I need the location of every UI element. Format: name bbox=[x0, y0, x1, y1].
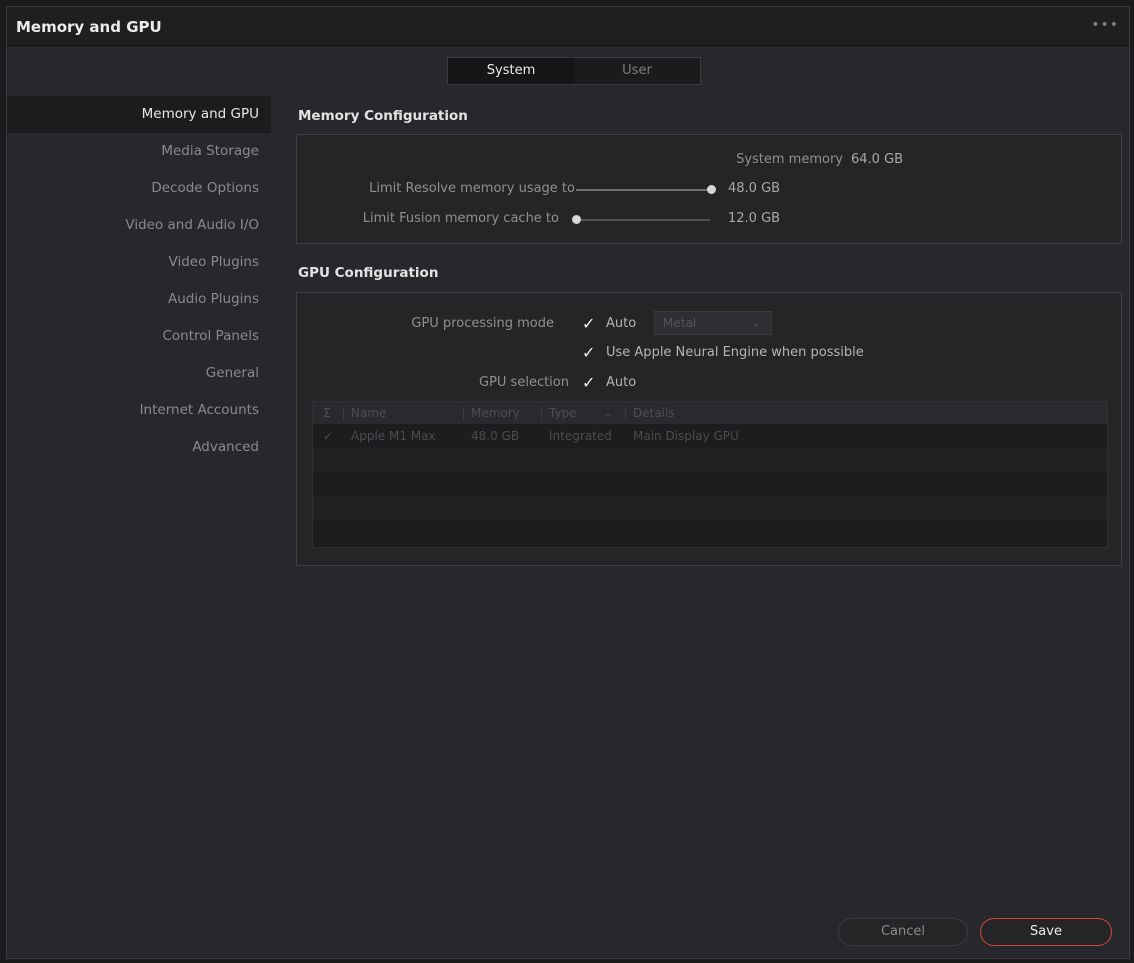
resolve-limit-label: Limit Resolve memory usage to bbox=[369, 181, 575, 196]
gpu-type: Integrated bbox=[549, 429, 612, 443]
preferences-window: Memory and GPU ••• System User Memory an… bbox=[6, 6, 1130, 959]
tab-system[interactable]: System bbox=[448, 58, 574, 84]
processing-mode-value: Metal bbox=[663, 316, 697, 330]
empty-table-row bbox=[313, 448, 1107, 472]
fusion-limit-label: Limit Fusion memory cache to bbox=[362, 211, 559, 226]
gpu-processing-mode-label: GPU processing mode bbox=[411, 316, 554, 331]
col-sigma[interactable]: Σ bbox=[323, 402, 331, 424]
column-divider bbox=[463, 406, 464, 420]
sidebar-item-media-storage[interactable]: Media Storage bbox=[7, 133, 271, 170]
sidebar-item-video-plugins[interactable]: Video Plugins bbox=[7, 244, 271, 281]
memory-panel: System memory 64.0 GB Limit Resolve memo… bbox=[296, 134, 1122, 244]
row-check-icon: ✓ bbox=[323, 429, 334, 443]
selection-auto-label: Auto bbox=[606, 375, 637, 390]
gpu-name: Apple M1 Max bbox=[351, 429, 436, 443]
col-memory[interactable]: Memory bbox=[471, 402, 520, 424]
neural-engine-label: Use Apple Neural Engine when possible bbox=[606, 345, 864, 360]
system-memory-label: System memory bbox=[736, 152, 843, 167]
empty-table-row bbox=[313, 496, 1107, 520]
neural-engine-checkbox[interactable]: ✓ bbox=[582, 345, 598, 361]
sidebar-item-advanced[interactable]: Advanced bbox=[7, 429, 271, 466]
cancel-button[interactable]: Cancel bbox=[838, 918, 968, 946]
column-divider bbox=[541, 406, 542, 420]
gpu-table: Σ Name Memory Type ⌄ Details ✓ Apple M1 … bbox=[312, 401, 1108, 548]
selection-auto-checkbox[interactable]: ✓ bbox=[582, 375, 598, 391]
window-title: Memory and GPU bbox=[16, 18, 162, 36]
sidebar-item-internet-accounts[interactable]: Internet Accounts bbox=[7, 392, 271, 429]
title-bar: Memory and GPU ••• bbox=[7, 7, 1129, 46]
system-memory-value: 64.0 GB bbox=[851, 152, 904, 167]
resolve-limit-value: 48.0 GB bbox=[728, 181, 781, 196]
sidebar-item-decode-options[interactable]: Decode Options bbox=[7, 170, 271, 207]
resolve-limit-knob[interactable] bbox=[707, 185, 716, 194]
memory-section-title: Memory Configuration bbox=[298, 108, 468, 124]
fusion-limit-slider[interactable] bbox=[576, 219, 710, 221]
tab-user[interactable]: User bbox=[574, 58, 700, 84]
gpu-details: Main Display GPU bbox=[633, 429, 739, 443]
gpu-table-header: Σ Name Memory Type ⌄ Details bbox=[313, 402, 1107, 424]
sidebar-item-audio-plugins[interactable]: Audio Plugins bbox=[7, 281, 271, 318]
processing-auto-checkbox[interactable]: ✓ bbox=[582, 316, 598, 332]
processing-mode-select[interactable]: Metal ⌄ bbox=[654, 311, 772, 335]
gpu-section-title: GPU Configuration bbox=[298, 265, 439, 281]
resolve-limit-slider[interactable] bbox=[576, 189, 710, 191]
resolve-limit-fill bbox=[576, 189, 710, 191]
col-details[interactable]: Details bbox=[633, 402, 675, 424]
gpu-memory: 48.0 GB bbox=[471, 429, 520, 443]
column-divider bbox=[625, 406, 626, 420]
empty-table-row bbox=[313, 472, 1107, 496]
more-options-icon[interactable]: ••• bbox=[1091, 17, 1119, 33]
chevron-down-icon: ⌄ bbox=[603, 406, 614, 420]
sidebar-item-memory-and-gpu[interactable]: Memory and GPU bbox=[7, 96, 271, 133]
chevron-down-icon: ⌄ bbox=[751, 316, 761, 329]
fusion-limit-value: 12.0 GB bbox=[728, 211, 781, 226]
col-name[interactable]: Name bbox=[351, 402, 386, 424]
col-type[interactable]: Type bbox=[549, 402, 577, 424]
gpu-panel: GPU processing mode ✓ Auto Metal ⌄ ✓ Use… bbox=[296, 292, 1122, 566]
sidebar: Memory and GPU Media Storage Decode Opti… bbox=[7, 96, 271, 466]
sidebar-item-general[interactable]: General bbox=[7, 355, 271, 392]
fusion-limit-knob[interactable] bbox=[572, 215, 581, 224]
column-divider bbox=[343, 406, 344, 420]
save-button[interactable]: Save bbox=[980, 918, 1112, 946]
gpu-selection-label: GPU selection bbox=[479, 375, 569, 390]
table-row[interactable]: ✓ Apple M1 Max 48.0 GB Integrated Main D… bbox=[313, 424, 1107, 448]
system-user-toggle: System User bbox=[447, 57, 701, 85]
processing-auto-label: Auto bbox=[606, 316, 637, 331]
empty-table-row bbox=[313, 520, 1107, 544]
sidebar-item-video-and-audio-io[interactable]: Video and Audio I/O bbox=[7, 207, 271, 244]
sidebar-item-control-panels[interactable]: Control Panels bbox=[7, 318, 271, 355]
